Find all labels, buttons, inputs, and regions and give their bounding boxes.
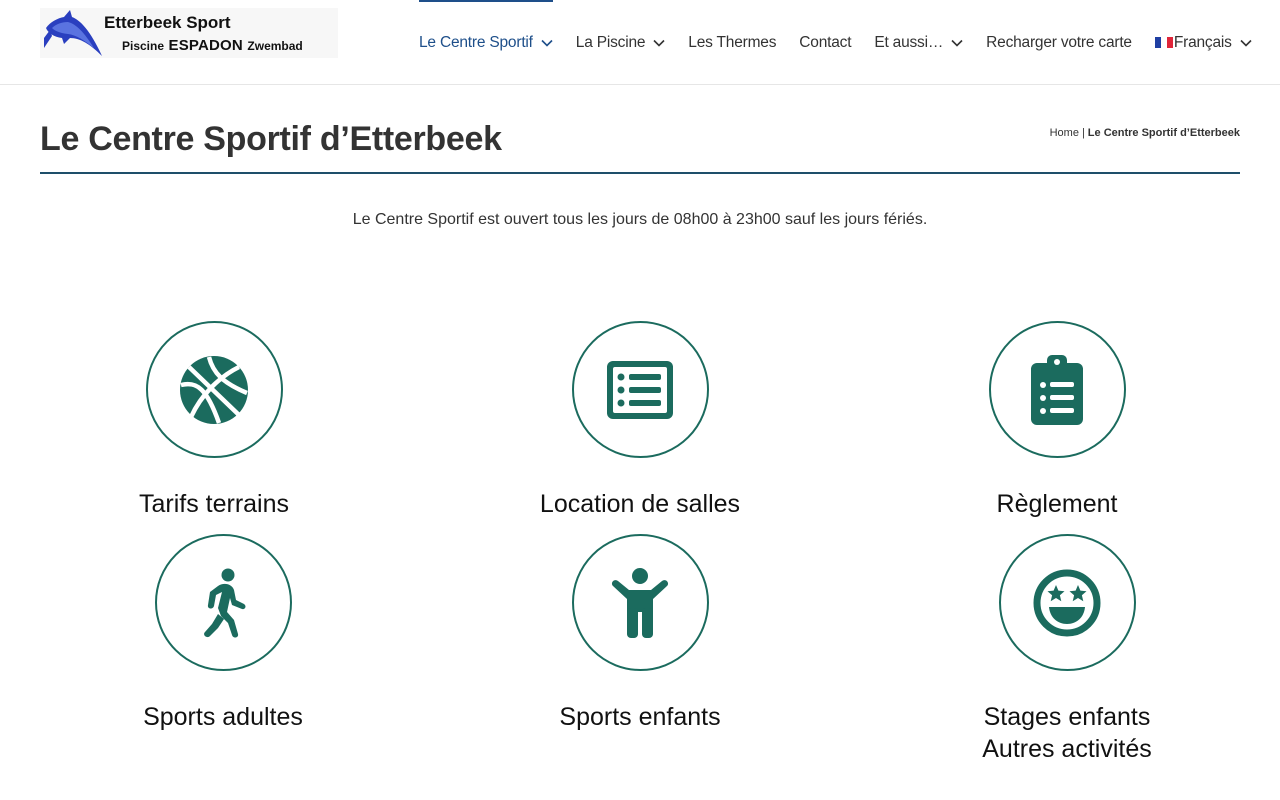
tile-label[interactable]: Sports enfants: [490, 701, 790, 733]
tile-icon-circle[interactable]: [571, 321, 709, 458]
tile-label[interactable]: Règlement: [907, 488, 1207, 520]
star-eyes-smile-icon: [1033, 569, 1101, 636]
chevron-down-icon: [951, 39, 963, 47]
nav-item-la-piscine[interactable]: La Piscine: [576, 0, 666, 85]
tile-icon-circle[interactable]: [988, 321, 1126, 458]
breadcrumb-current: Le Centre Sportif d’Etterbeek: [1087, 127, 1240, 139]
walking-person-icon: [204, 568, 246, 638]
nav-item-et-aussi[interactable]: Et aussi…: [874, 0, 963, 85]
chevron-down-icon: [541, 39, 553, 47]
tile-stages-enfants[interactable]: Stages enfants Autres activités: [917, 534, 1217, 765]
france-flag-icon: [1154, 37, 1173, 48]
tile-icon-circle[interactable]: [145, 321, 283, 458]
nav-item-contact[interactable]: Contact: [799, 0, 851, 85]
nav-item-les-thermes[interactable]: Les Thermes: [688, 0, 776, 85]
chevron-down-icon: [1240, 39, 1252, 47]
list-icon: [607, 360, 673, 419]
main-nav: Le Centre Sportif La Piscine Les Thermes…: [419, 0, 1252, 85]
chevron-down-icon: [653, 39, 665, 47]
breadcrumb: Home | Le Centre Sportif d’Etterbeek: [1049, 127, 1240, 139]
tile-icon-circle[interactable]: [998, 534, 1136, 671]
page-title-bar: Le Centre Sportif d’Etterbeek Home | Le Ce…: [40, 110, 1240, 174]
site-logo[interactable]: Etterbeek Sport Piscine ESPADON Zwembad: [40, 8, 338, 58]
tile-icon-circle[interactable]: [154, 534, 292, 671]
nav-item-language[interactable]: Français: [1154, 0, 1252, 85]
child-icon: [611, 567, 669, 638]
site-header: Etterbeek Sport Piscine ESPADON Zwembad …: [0, 0, 1280, 85]
page-title: Le Centre Sportif d’Etterbeek: [40, 120, 502, 158]
tile-label[interactable]: Tarifs terrains: [64, 488, 364, 520]
tile-sports-adultes[interactable]: Sports adultes: [73, 534, 373, 733]
tile-label[interactable]: Sports adultes: [73, 701, 373, 733]
opening-hours-text: Le Centre Sportif est ouvert tous les jo…: [352, 211, 928, 228]
nav-item-le-centre-sportif[interactable]: Le Centre Sportif: [419, 0, 553, 85]
breadcrumb-home-link[interactable]: Home: [1050, 127, 1079, 139]
basketball-icon: [180, 355, 248, 424]
tile-label[interactable]: Stages enfants Autres activités: [917, 701, 1217, 765]
nav-item-recharger-carte[interactable]: Recharger votre carte: [986, 0, 1132, 85]
clipboard-list-icon: [1031, 354, 1083, 425]
tile-label[interactable]: Location de salles: [490, 488, 790, 520]
tile-icon-circle[interactable]: [571, 534, 709, 671]
tile-reglement[interactable]: Règlement: [907, 321, 1207, 520]
logo-subtitle: Piscine ESPADON Zwembad: [122, 37, 303, 54]
tile-tarifs-terrains[interactable]: Tarifs terrains: [64, 321, 364, 520]
tile-location-de-salles[interactable]: Location de salles: [490, 321, 790, 520]
logo-title: Etterbeek Sport: [104, 13, 231, 32]
tile-sports-enfants[interactable]: Sports enfants: [490, 534, 790, 733]
swordfish-logo-icon: [44, 10, 102, 56]
